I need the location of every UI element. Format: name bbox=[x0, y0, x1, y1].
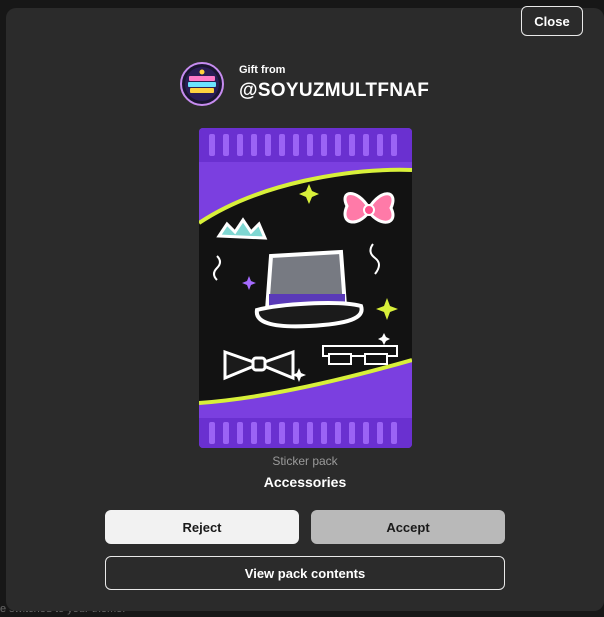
sender-avatar-icon[interactable] bbox=[180, 62, 224, 106]
gift-modal: Close Gift from @SOYUZMULTFNAF Sticker p… bbox=[6, 6, 604, 611]
gift-from-label: Gift from bbox=[239, 64, 286, 76]
accept-button[interactable]: Accept bbox=[311, 510, 505, 544]
reject-button[interactable]: Reject bbox=[105, 510, 299, 544]
sticker-pack-art bbox=[199, 128, 412, 448]
sender-username: @SOYUZMULTFNAF bbox=[239, 80, 430, 101]
close-button[interactable]: Close bbox=[521, 6, 583, 36]
view-pack-contents-button[interactable]: View pack contents bbox=[105, 556, 505, 590]
pack-name: Accessories bbox=[263, 474, 347, 490]
pack-kind-label: Sticker pack bbox=[272, 454, 338, 468]
